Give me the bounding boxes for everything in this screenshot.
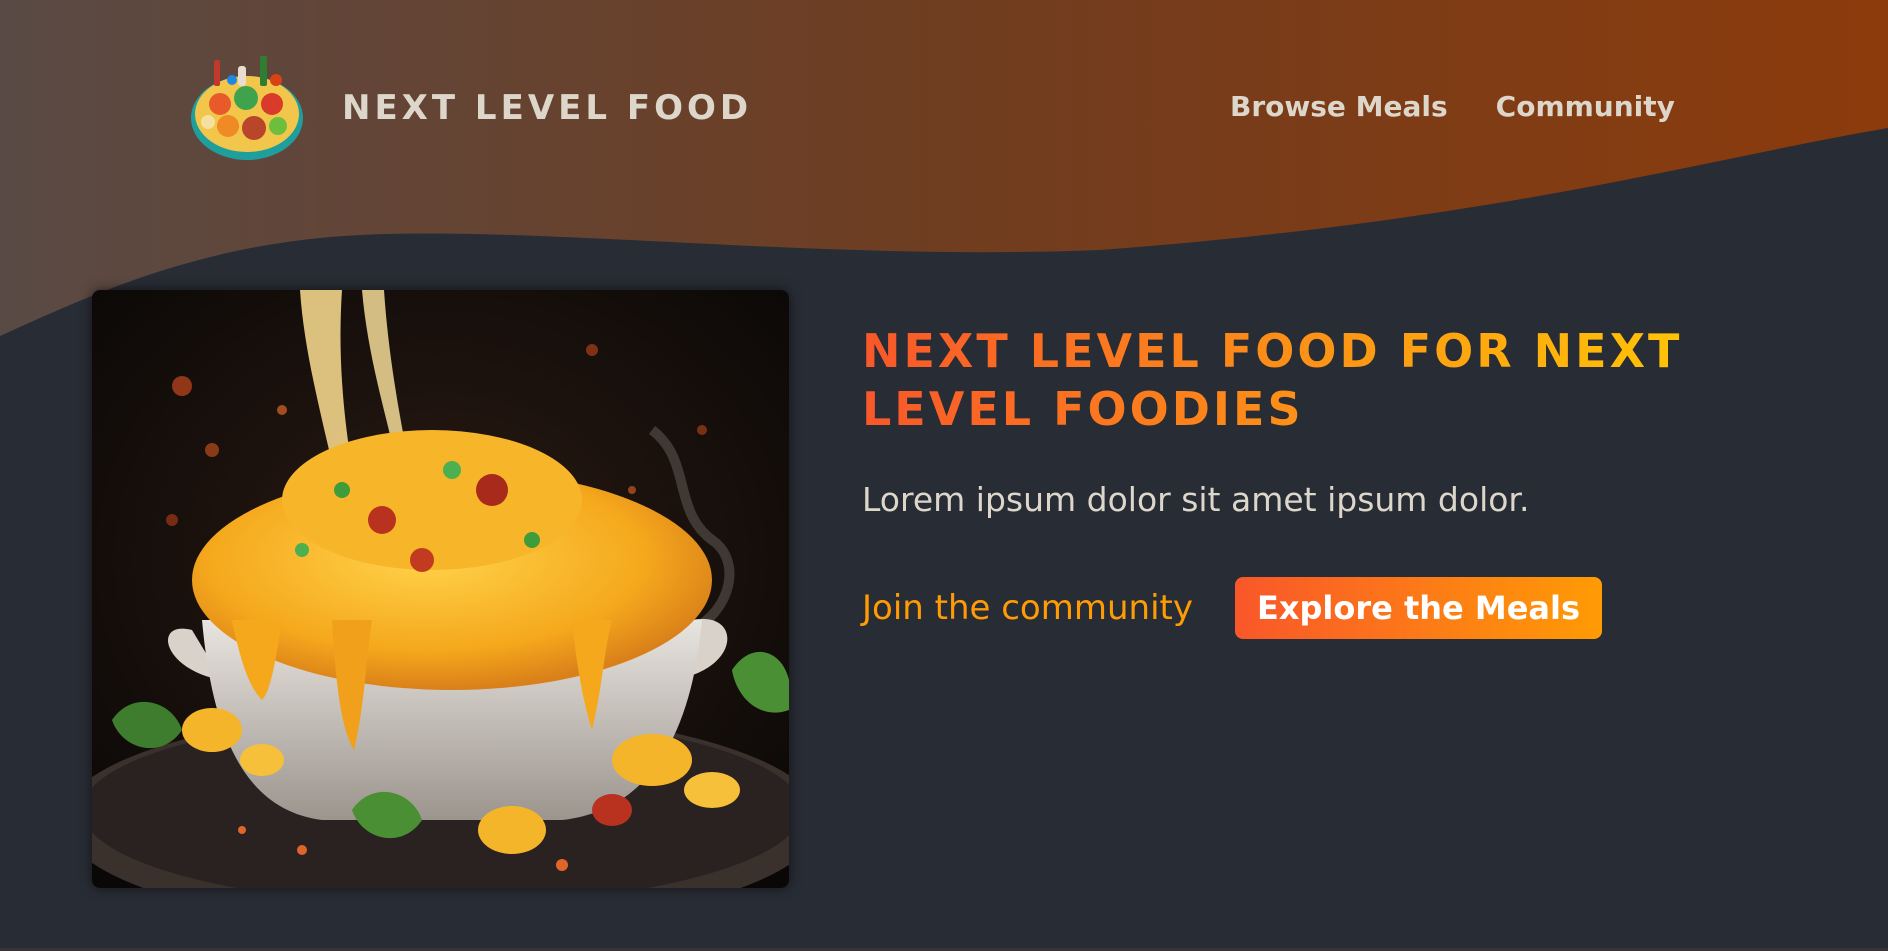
page: NEXT LEVEL FOOD Browse Meals Community N… — [0, 0, 1888, 951]
hero-content: NEXT LEVEL FOOD FOR NEXT LEVEL FOODIES L… — [862, 322, 1762, 639]
hero-cta-group: Join the community Explore the Meals — [862, 577, 1762, 639]
mac-and-cheese-image — [92, 290, 789, 888]
main-nav: Browse Meals Community — [1230, 90, 1675, 123]
join-community-link[interactable]: Join the community — [862, 588, 1193, 628]
hero-title: NEXT LEVEL FOOD FOR NEXT LEVEL FOODIES — [862, 322, 1722, 438]
nav-community[interactable]: Community — [1496, 90, 1675, 123]
hero-image-slideshow — [92, 290, 789, 888]
main-header: NEXT LEVEL FOOD Browse Meals Community — [0, 0, 1888, 220]
logo-text: NEXT LEVEL FOOD — [342, 88, 753, 128]
logo-link[interactable]: NEXT LEVEL FOOD — [188, 52, 752, 164]
logo-food-platter-icon — [191, 56, 303, 160]
hero-description: Lorem ipsum dolor sit amet ipsum dolor. — [862, 480, 1530, 519]
explore-meals-button[interactable]: Explore the Meals — [1234, 577, 1603, 639]
nav-browse-meals[interactable]: Browse Meals — [1230, 90, 1448, 123]
